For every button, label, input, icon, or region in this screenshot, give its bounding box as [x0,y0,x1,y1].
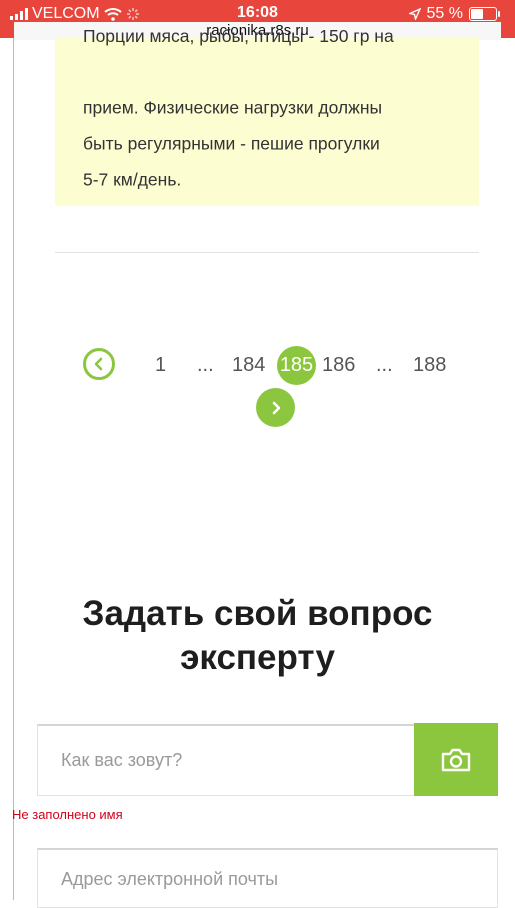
diet-note-box: Порции мяса, рыбы, птицы - 150 гр на при… [55,26,479,206]
page-link-184[interactable]: 184 [232,354,265,376]
chevron-left-icon [94,357,103,371]
heading-line: Задать свой вопрос [82,594,433,633]
battery-percent: 55 % [426,5,463,22]
note-line: 5-7 км/день. [83,169,182,190]
email-input[interactable] [38,850,497,902]
page-ellipsis: ... [376,354,393,376]
location-arrow-icon [408,8,421,20]
section-divider [55,252,479,253]
camera-icon [441,748,471,771]
note-line: прием. Физические нагрузки должны [83,97,383,118]
attach-photo-button[interactable] [414,723,498,796]
battery-icon [469,7,500,21]
page-link-first[interactable]: 1 [155,354,166,376]
email-field[interactable] [37,848,498,908]
prev-page-button[interactable] [83,348,115,380]
chevron-right-icon [272,401,280,414]
status-right: 55 % [408,5,500,23]
note-line: быть регулярными - пешие прогулки [83,133,380,154]
page-link-last[interactable]: 188 [413,354,446,376]
name-error-message: Не заполнено имя [12,807,123,822]
page-ellipsis: ... [197,354,214,376]
ask-expert-heading: Задать свой вопрос эксперту [0,592,515,680]
page-current: 185 [277,346,316,385]
heading-line: эксперту [180,638,335,677]
next-page-button[interactable] [256,388,295,427]
name-input[interactable] [38,726,414,795]
name-field[interactable] [37,724,415,796]
page-link-186[interactable]: 186 [322,354,355,376]
page-border [13,38,14,900]
note-line: Порции мяса, рыбы, птицы - 150 гр на [83,26,394,46]
pagination: 1 ... 184 185 186 ... 188 [0,340,515,430]
